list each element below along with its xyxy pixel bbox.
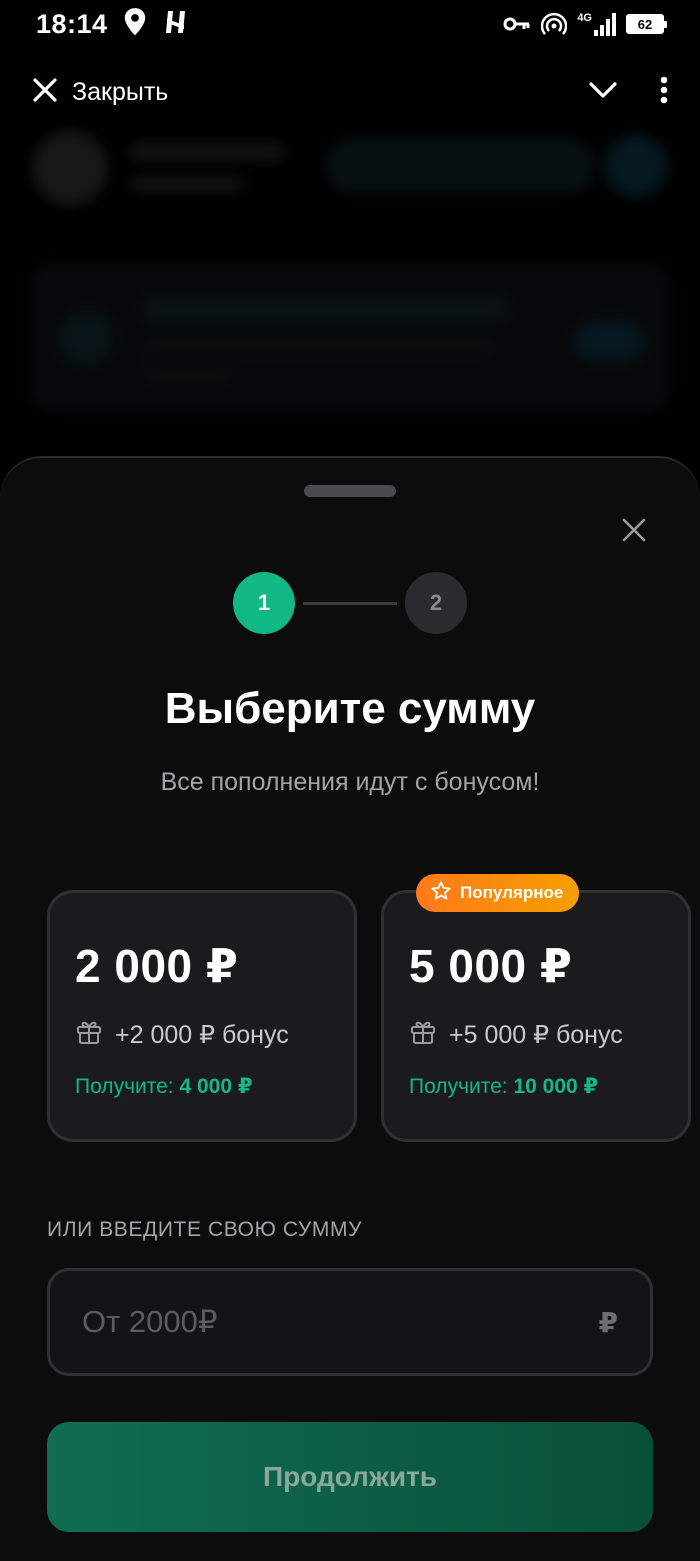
step-connector — [303, 601, 397, 605]
blurred-text — [145, 298, 505, 320]
card-total-label: Получите: — [75, 1075, 174, 1098]
close-webview-button[interactable]: Закрыть — [32, 77, 168, 108]
sheet-drag-handle[interactable] — [304, 485, 396, 497]
custom-amount-field[interactable]: ₽ — [47, 1268, 653, 1376]
step-1: 1 — [233, 572, 295, 634]
webview-toolbar: Закрыть — [0, 62, 700, 122]
custom-amount-input[interactable] — [82, 1304, 599, 1340]
battery-icon: 62 — [626, 14, 667, 34]
notification-app-icon — [162, 8, 190, 41]
more-vertical-icon[interactable] — [660, 76, 668, 109]
gift-icon — [409, 1017, 437, 1052]
hotspot-icon — [541, 11, 568, 37]
card-total: Получите: 4 000 ₽ — [75, 1074, 354, 1099]
card-total-value: 4 000 ₽ — [179, 1075, 253, 1098]
continue-button[interactable]: Продолжить — [47, 1422, 653, 1532]
close-webview-label: Закрыть — [72, 77, 169, 106]
vpn-key-icon — [503, 15, 531, 33]
star-icon — [430, 880, 452, 907]
popular-badge: Популярное — [416, 874, 580, 912]
currency-suffix: ₽ — [598, 1306, 618, 1338]
custom-amount-label: ИЛИ ВВЕДИТЕ СВОЮ СУММУ — [47, 1218, 363, 1241]
step-2: 2 — [405, 572, 467, 634]
popular-badge-label: Популярное — [460, 883, 564, 902]
blurred-avatar — [32, 130, 108, 206]
blurred-text — [145, 336, 495, 354]
blurred-button — [325, 138, 595, 194]
close-icon — [32, 77, 58, 108]
card-total-value: 10 000 ₽ — [513, 1075, 599, 1098]
amount-card-2000[interactable]: 2 000 ₽ +2 000 ₽ бонус Получите: 4 000 ₽ — [47, 890, 357, 1142]
stepper: 1 2 — [0, 572, 700, 634]
blurred-button — [604, 134, 668, 198]
chevron-down-icon[interactable] — [588, 80, 618, 105]
location-icon — [122, 7, 148, 42]
card-total: Получите: 10 000 ₽ — [409, 1074, 688, 1099]
sheet-subtitle: Все пополнения идут с бонусом! — [160, 768, 540, 796]
amount-card-5000[interactable]: 5 000 ₽ +5 000 ₽ бонус Получите: 10 000 … — [381, 890, 691, 1142]
status-bar: 18:14 4G 62 — [0, 0, 700, 48]
card-bonus-text: +2 000 ₽ бонус — [115, 1020, 289, 1049]
blurred-button — [575, 322, 643, 360]
card-amount: 2 000 ₽ — [75, 940, 239, 992]
sheet-title: Выберите сумму — [164, 684, 536, 733]
card-total-label: Получите: — [409, 1075, 508, 1098]
card-bonus: +5 000 ₽ бонус — [409, 1017, 688, 1052]
blurred-text — [130, 142, 285, 162]
blurred-background — [0, 122, 700, 462]
card-bonus: +2 000 ₽ бонус — [75, 1017, 354, 1052]
blurred-icon — [60, 312, 112, 364]
network-type: 4G — [577, 12, 592, 24]
status-time: 18:14 — [36, 8, 108, 39]
blurred-text — [145, 366, 230, 384]
card-bonus-text: +5 000 ₽ бонус — [449, 1020, 623, 1049]
signal-icon: 4G — [577, 12, 616, 36]
gift-icon — [75, 1017, 103, 1052]
blurred-text — [130, 176, 245, 192]
sheet-close-button[interactable] — [616, 514, 652, 550]
close-icon — [621, 517, 647, 548]
card-amount: 5 000 ₽ — [409, 940, 573, 992]
top-up-sheet: 1 2 Выберите сумму Все пополнения идут с… — [0, 456, 700, 1561]
